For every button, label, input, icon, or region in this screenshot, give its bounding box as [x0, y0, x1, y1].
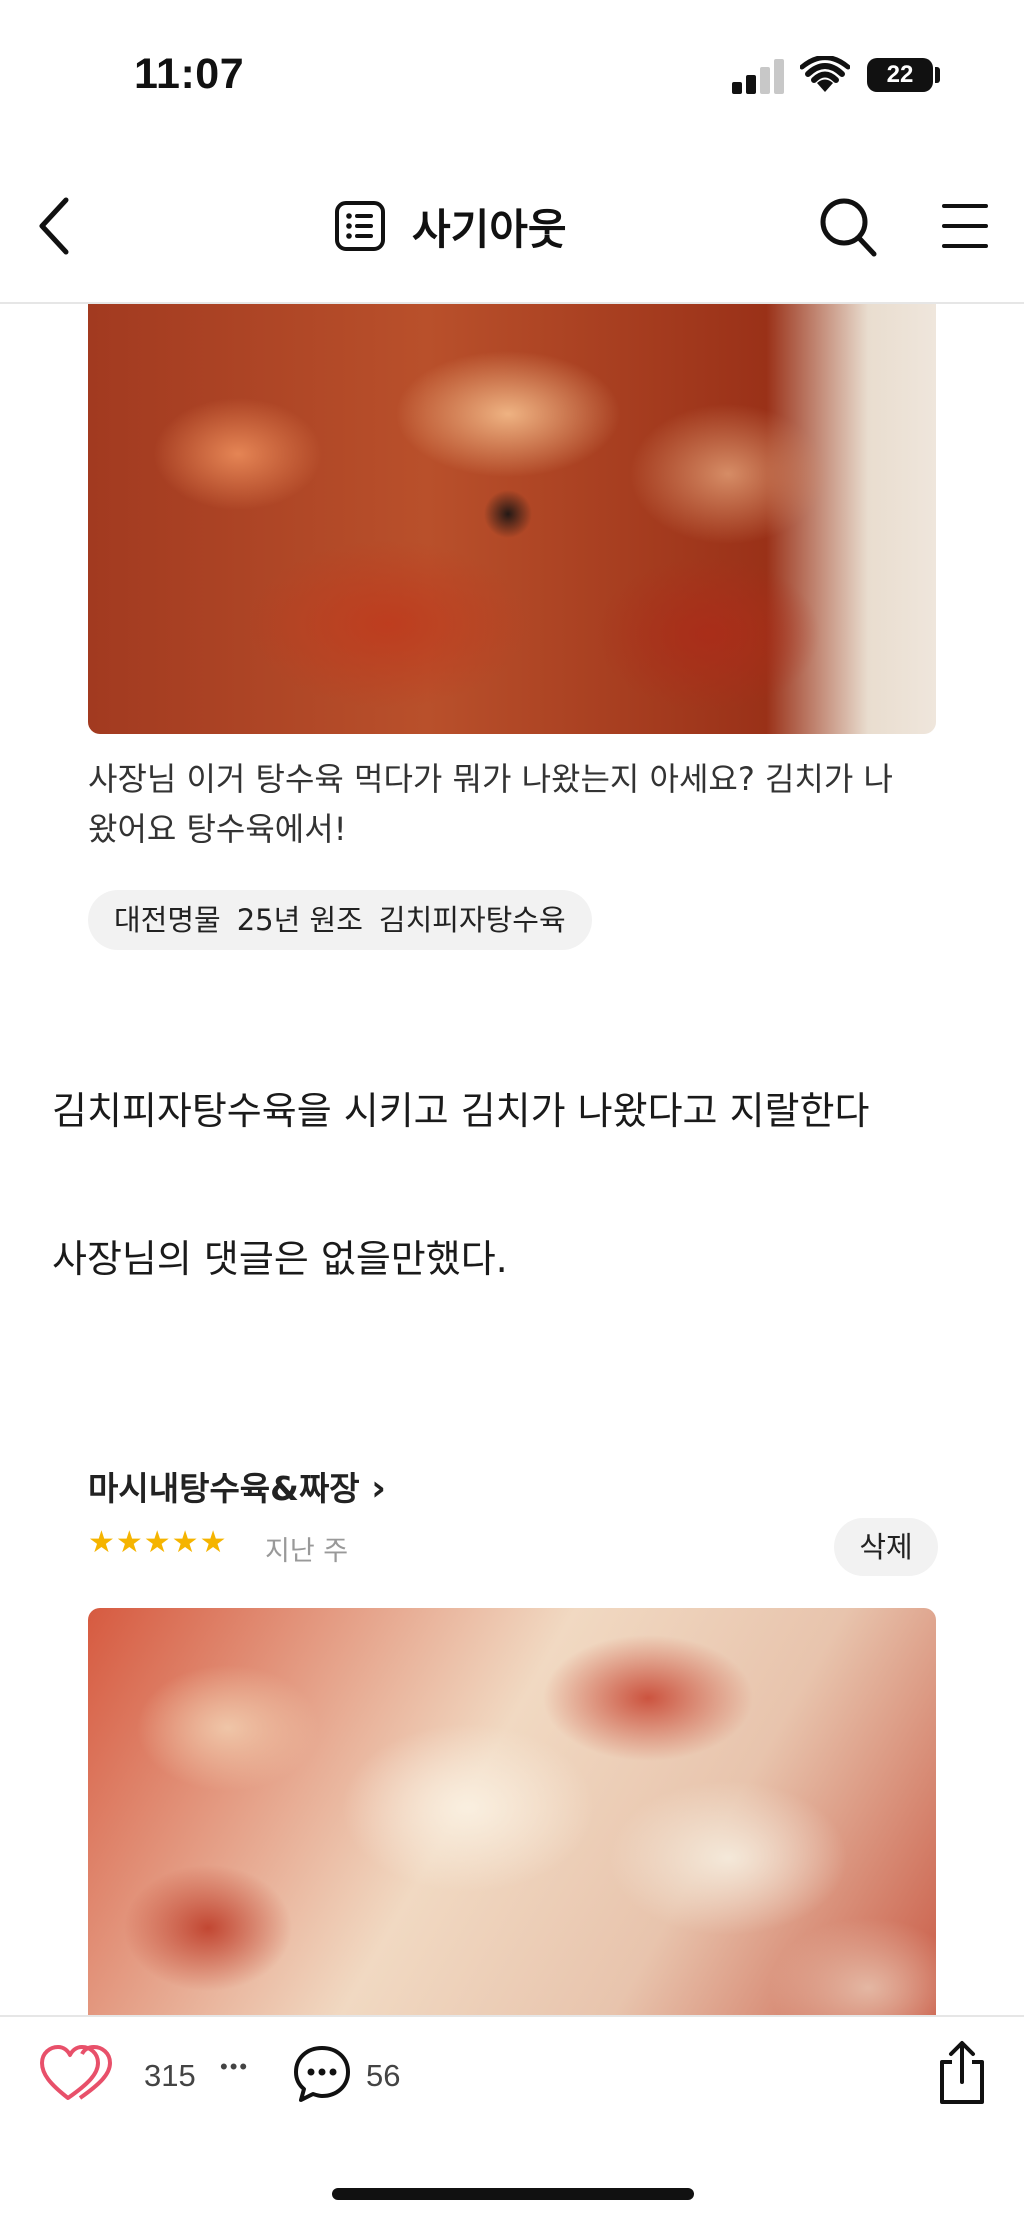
page-title: 사기아웃	[412, 205, 567, 254]
heart-icon[interactable]	[40, 2044, 126, 2104]
food-photo-tangsuyuk	[88, 304, 936, 734]
tag: 김치피자탕수육	[378, 903, 566, 937]
back-icon[interactable]	[34, 196, 74, 256]
review-caption: 사장님 이거 탕수육 먹다가 뭐가 나왔는지 아세요? 김치가 나왔어요 탕수육…	[88, 760, 893, 848]
signal-icon	[732, 58, 786, 94]
battery-nub	[935, 67, 940, 83]
share-icon[interactable]	[936, 2040, 988, 2106]
wifi-icon	[800, 56, 850, 92]
shop-name-link[interactable]: 마시내탕수육&짜장 ›	[88, 1462, 386, 1510]
shop-name: 마시내탕수육&짜장	[88, 1469, 360, 1508]
star-rating: ★★★★★	[88, 1525, 228, 1560]
home-indicator	[332, 2188, 694, 2200]
status-time: 11:07	[134, 50, 245, 98]
tag-list: 대전명물 25년 원조 김치피자탕수육	[88, 890, 592, 950]
chevron-right-icon: ›	[371, 1468, 387, 1509]
post-paragraph: 김치피자탕수육을 시키고 김치가 나왔다고 지랄한다	[52, 1089, 870, 1133]
battery-level: 22	[886, 61, 914, 88]
like-count: 315	[144, 2058, 196, 2093]
battery-icon: 22	[867, 58, 933, 92]
tag: 대전명물	[114, 903, 221, 937]
comment-count: 56	[366, 2058, 401, 2093]
delete-button[interactable]: 삭제	[834, 1518, 938, 1576]
tag: 25년 원조	[236, 903, 363, 937]
review-date: 지난 주	[265, 1536, 349, 1567]
food-photo-kimchi-pizza	[88, 1608, 936, 2018]
comment-icon[interactable]	[292, 2044, 352, 2104]
list-icon	[335, 201, 385, 251]
menu-icon[interactable]	[940, 202, 990, 250]
more-icon[interactable]: •••	[220, 2054, 249, 2080]
search-icon[interactable]	[818, 196, 878, 258]
post-paragraph: 사장님의 댓글은 없을만했다.	[52, 1237, 508, 1281]
